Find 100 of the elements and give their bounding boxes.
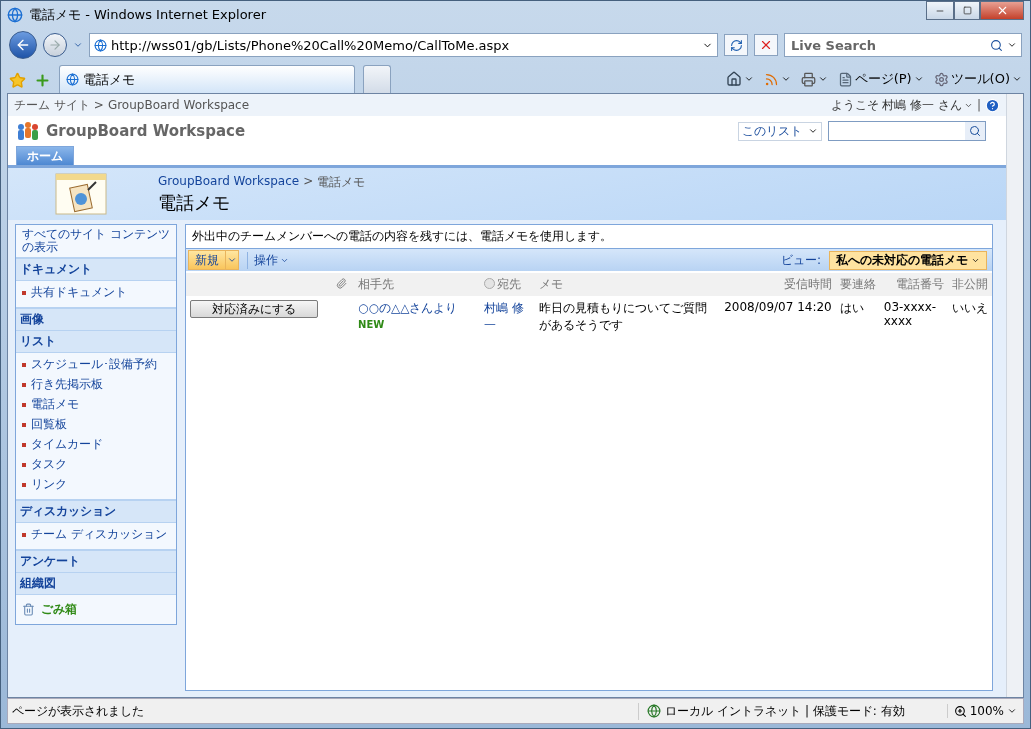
attachment-icon bbox=[336, 277, 348, 289]
nav-link[interactable]: 回覧板 bbox=[16, 416, 176, 433]
refresh-button[interactable] bbox=[724, 34, 748, 56]
divider-text: | bbox=[976, 98, 981, 112]
nav-link[interactable]: タスク bbox=[16, 456, 176, 473]
nav-link[interactable]: 行き先掲示板 bbox=[16, 376, 176, 393]
breadcrumb-link[interactable]: GroupBoard Workspace bbox=[107, 98, 250, 112]
nav-heading[interactable]: 組織図 bbox=[16, 573, 176, 595]
column-header[interactable]: 宛先 bbox=[480, 273, 535, 296]
recycle-bin-link[interactable]: ごみ箱 bbox=[16, 595, 176, 624]
nav-heading[interactable]: アンケート bbox=[16, 551, 176, 573]
breadcrumb-separator: > bbox=[93, 98, 104, 112]
breadcrumb-link[interactable]: GroupBoard Workspace bbox=[158, 173, 300, 191]
globe-icon bbox=[647, 704, 662, 718]
printer-icon bbox=[800, 71, 816, 87]
actions-menu[interactable]: 操作 bbox=[247, 251, 295, 269]
site-title: GroupBoard Workspace bbox=[46, 122, 247, 140]
add-favorite-icon[interactable] bbox=[34, 71, 51, 89]
trash-icon bbox=[22, 603, 35, 616]
stop-icon bbox=[759, 38, 773, 52]
page-globe-icon bbox=[94, 38, 107, 52]
caret-icon bbox=[1012, 74, 1022, 84]
received-cell: 2008/09/07 14:20 bbox=[720, 296, 836, 338]
home-icon bbox=[725, 71, 742, 87]
address-bar[interactable]: http://wss01/gb/Lists/Phone%20Call%20Memo/CallToMe.aspx bbox=[89, 33, 718, 57]
search-icon[interactable] bbox=[990, 38, 1003, 52]
print-button[interactable] bbox=[800, 71, 828, 87]
browser-tab[interactable]: 電話メモ bbox=[59, 65, 355, 93]
maximize-button[interactable] bbox=[954, 1, 980, 20]
mark-done-button[interactable]: 対応済みにする bbox=[190, 300, 318, 318]
nav-link[interactable]: スケジュール･設備予約 bbox=[16, 356, 176, 373]
search-box[interactable]: Live Search bbox=[784, 33, 1022, 57]
caret-icon bbox=[817, 74, 828, 84]
stop-button[interactable] bbox=[754, 34, 778, 56]
nav-link[interactable]: タイムカード bbox=[16, 436, 176, 453]
browser-logo-icon bbox=[7, 7, 23, 23]
caret-icon bbox=[808, 126, 818, 136]
new-tab-button[interactable] bbox=[363, 65, 391, 93]
nav-heading[interactable]: リスト bbox=[16, 331, 176, 353]
memo-cell: 昨日の見積もりについてご質問があるそうです bbox=[534, 296, 721, 338]
caller-link[interactable]: ○○の△△さんより bbox=[358, 300, 477, 317]
vertical-scrollbar[interactable] bbox=[1006, 94, 1023, 697]
search-scope-dropdown[interactable]: このリスト bbox=[738, 121, 822, 141]
caret-icon bbox=[743, 74, 754, 84]
help-icon[interactable] bbox=[985, 97, 1000, 113]
security-zone: ローカル イントラネット | 保護モード: 有効 bbox=[638, 702, 947, 720]
column-header[interactable]: 相手先 bbox=[354, 273, 481, 296]
recipient-link[interactable]: 村嶋 修一 bbox=[484, 300, 531, 334]
view-dropdown[interactable]: 私への未対応の電話メモ bbox=[829, 250, 987, 270]
forward-arrow-icon bbox=[48, 38, 62, 52]
status-text: ページが表示されました bbox=[11, 702, 145, 720]
view-label: ビュー: bbox=[780, 251, 821, 269]
caret-icon[interactable] bbox=[1007, 40, 1017, 50]
column-header[interactable]: 電話番号 bbox=[879, 273, 948, 296]
site-search-field[interactable] bbox=[828, 121, 986, 141]
breadcrumb-link[interactable]: チーム サイト bbox=[14, 96, 90, 114]
command-menu[interactable]: ツール(O) bbox=[933, 70, 1022, 88]
nav-heading[interactable]: ドキュメント bbox=[16, 259, 176, 281]
forward-button[interactable] bbox=[43, 33, 67, 57]
new-button[interactable]: 新規 bbox=[188, 250, 239, 270]
breadcrumb-separator: > bbox=[303, 173, 314, 190]
presence-icon bbox=[484, 278, 496, 289]
close-button[interactable] bbox=[980, 1, 1024, 20]
caret-icon bbox=[780, 74, 791, 84]
caret-icon bbox=[1007, 706, 1017, 716]
nav-link[interactable]: チーム ディスカッション bbox=[16, 526, 176, 543]
caret-icon[interactable] bbox=[73, 40, 83, 50]
refresh-icon bbox=[729, 38, 743, 52]
phone-cell: 03-xxxx-xxxx bbox=[879, 296, 948, 338]
nav-heading[interactable]: ディスカッション bbox=[16, 501, 176, 523]
minimize-button[interactable] bbox=[926, 1, 954, 20]
caret-icon bbox=[913, 74, 924, 84]
private-cell: いいえ bbox=[948, 296, 992, 338]
back-button[interactable] bbox=[9, 31, 37, 59]
command-menu[interactable]: ページ(P) bbox=[837, 70, 924, 88]
zoom-icon bbox=[953, 704, 967, 718]
favorites-star-icon[interactable] bbox=[9, 71, 26, 89]
phone-memo-icon bbox=[54, 172, 108, 216]
breadcrumb-link[interactable]: 電話メモ bbox=[317, 173, 366, 191]
settings-icon bbox=[933, 71, 949, 87]
new-label: NEW bbox=[358, 319, 385, 330]
callback-cell: はい bbox=[835, 296, 880, 338]
rss-icon bbox=[763, 71, 779, 87]
zoom-level[interactable]: 100% bbox=[946, 704, 1023, 718]
search-icon[interactable] bbox=[969, 125, 981, 137]
column-header[interactable]: 要連絡 bbox=[835, 273, 880, 296]
nav-link[interactable]: 電話メモ bbox=[16, 396, 176, 413]
column-header[interactable]: 受信時間 bbox=[720, 273, 836, 296]
home-button[interactable] bbox=[725, 71, 754, 87]
address-text[interactable]: http://wss01/gb/Lists/Phone%20Call%20Memo/CallToMe.aspx bbox=[111, 37, 698, 53]
welcome-menu[interactable]: ようこそ 村嶋 修一 さん bbox=[830, 96, 973, 114]
maximize-icon bbox=[962, 6, 972, 15]
column-header[interactable]: メモ bbox=[534, 273, 721, 296]
nav-heading[interactable]: 画像 bbox=[16, 309, 176, 331]
nav-link[interactable]: リンク bbox=[16, 476, 176, 493]
people-logo-icon bbox=[16, 121, 40, 141]
column-header[interactable]: 非公開 bbox=[948, 273, 992, 296]
nav-link[interactable]: 共有ドキュメント bbox=[16, 284, 176, 301]
page-globe-icon bbox=[66, 73, 79, 86]
page-title: 電話メモ bbox=[158, 190, 231, 215]
